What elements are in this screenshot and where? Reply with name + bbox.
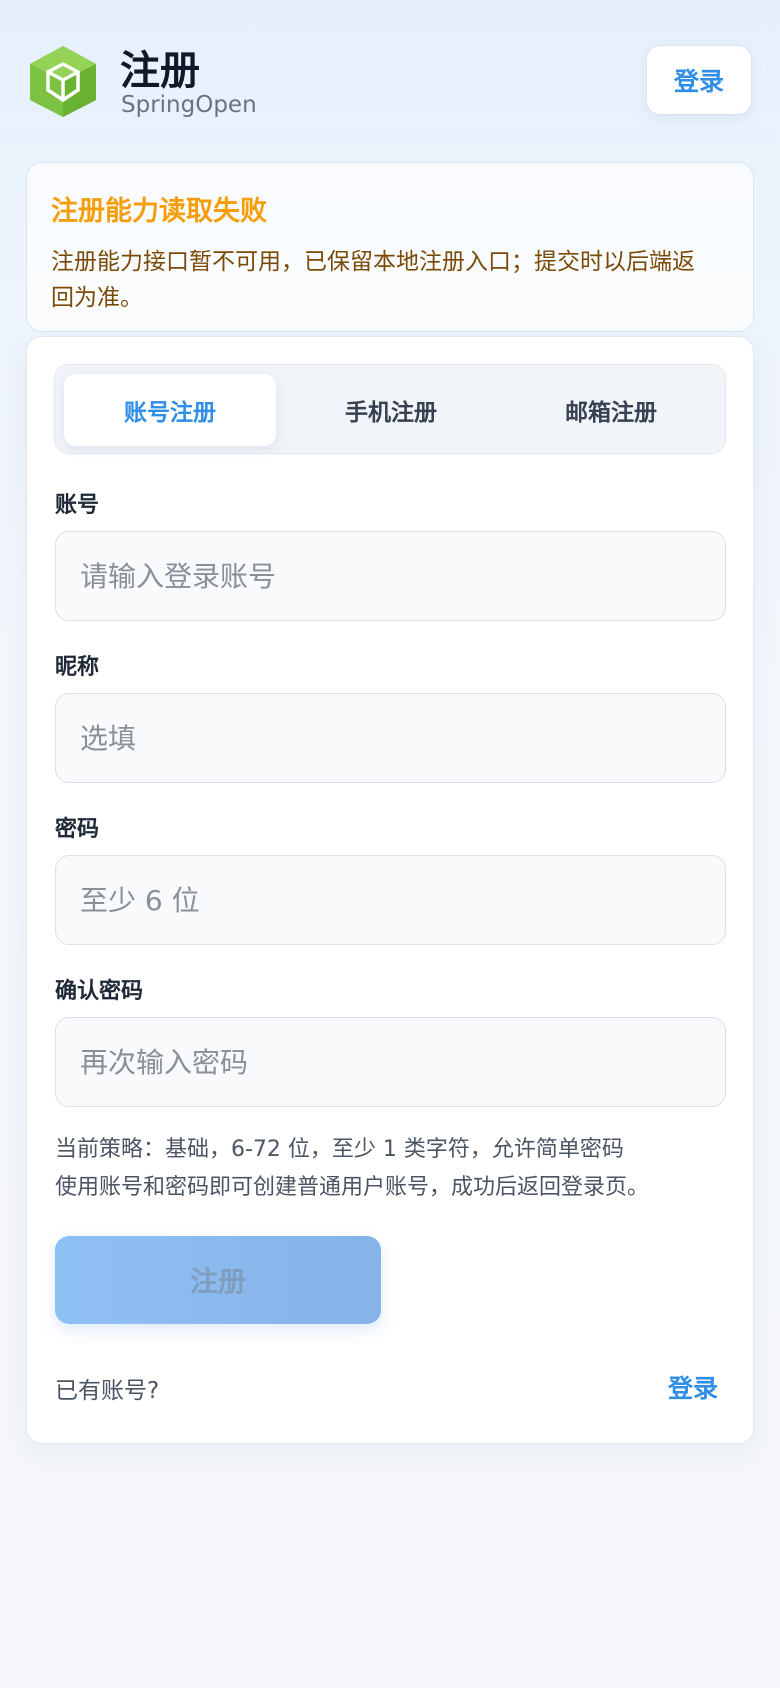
capability-error-alert: 注册能力读取失败 注册能力接口暂不可用，已保留本地注册入口；提交时以后端返 回为… [26,162,754,332]
page-header: 注册 SpringOpen 登录 [0,0,780,150]
policy-line: 当前策略：基础，6-72 位，至少 1 类字符，允许简单密码 [55,1137,624,1162]
nickname-label: 昵称 [55,655,100,680]
register-method-tabs: 账号注册 手机注册 邮箱注册 [54,364,726,454]
page-title: 注册 [120,48,200,94]
register-card: 账号注册 手机注册 邮箱注册 账号 昵称 密码 确认密码 当前策略：基础，6-7… [26,336,754,1444]
header-login-button[interactable]: 登录 [646,45,752,115]
alert-body-line: 注册能力接口暂不可用，已保留本地注册入口；提交时以后端返 [51,249,695,275]
confirm-password-input[interactable] [55,1017,726,1107]
alert-body: 注册能力接口暂不可用，已保留本地注册入口；提交时以后端返 回为准。 [51,244,729,316]
tab-phone-register[interactable]: 手机注册 [285,374,497,446]
confirm-password-label: 确认密码 [55,979,144,1004]
tab-account-register[interactable]: 账号注册 [64,374,276,446]
password-input[interactable] [55,855,726,945]
account-label: 账号 [55,493,100,518]
alert-title: 注册能力读取失败 [51,196,267,227]
account-input[interactable] [55,531,726,621]
policy-line: 使用账号和密码即可创建普通用户账号，成功后返回登录页。 [55,1175,650,1200]
tab-email-register[interactable]: 邮箱注册 [505,374,717,446]
password-policy-text: 当前策略：基础，6-72 位，至少 1 类字符，允许简单密码 使用账号和密码即可… [55,1131,649,1207]
have-account-text: 已有账号? [55,1378,160,1404]
nickname-input[interactable] [55,693,726,783]
app-name: SpringOpen [121,92,257,118]
password-label: 密码 [55,817,100,842]
alert-body-line: 回为准。 [51,285,143,311]
footer-login-link[interactable]: 登录 [668,1369,718,1405]
cube-logo-icon [30,46,96,117]
register-submit-button[interactable]: 注册 [55,1236,381,1324]
